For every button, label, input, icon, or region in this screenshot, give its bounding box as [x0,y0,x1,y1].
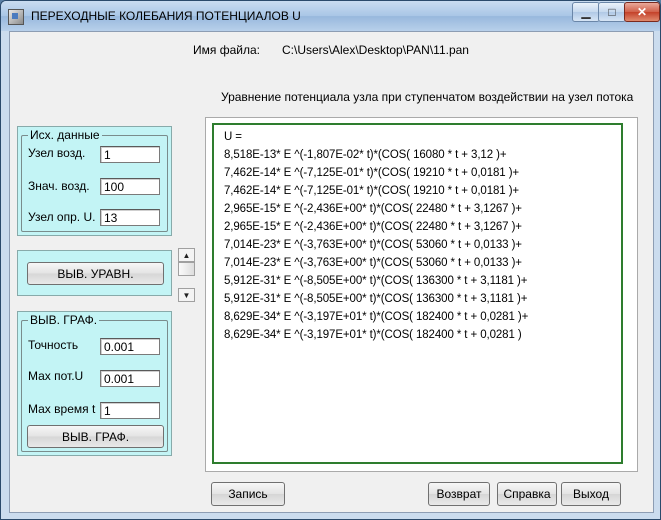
close-button[interactable]: ✕ [624,2,660,22]
client-area: Имя файла: C:\Users\Alex\Desktop\PAN\11.… [9,31,654,513]
spin-up-button[interactable]: ▲ [178,248,195,262]
back-button[interactable]: Возврат [428,482,490,506]
max-potential-label: Мах пот.U [28,369,84,383]
equation-line: U = [224,131,242,143]
source-value-input[interactable]: 100 [100,178,160,195]
graph-panel: ВЫВ. ГРАФ. Точность 0.001 Мах пот.U 0.00… [17,311,172,456]
max-time-label: Мах время t [28,402,96,416]
file-label: Имя файла: [193,43,260,57]
source-node-label: Узел возд. [28,146,86,160]
file-path: C:\Users\Alex\Desktop\PAN\11.pan [282,43,469,57]
equation-line: 7,462E-14* E ^(-7,125E-01* t)*(COS( 1921… [224,167,520,179]
equation-line: 8,629E-34* E ^(-3,197E+01* t)*(COS( 1824… [224,329,522,341]
equation-output[interactable]: U = 8,518E-13* E ^(-1,807E-02* t)*(COS( … [205,117,638,472]
save-button[interactable]: Запись [211,482,285,506]
max-time-input[interactable]: 1 [100,402,160,419]
exit-button[interactable]: Выход [561,482,621,506]
equation-line: 2,965E-15* E ^(-2,436E+00* t)*(COS( 2248… [224,203,522,215]
equation-frame: U = 8,518E-13* E ^(-1,807E-02* t)*(COS( … [212,123,623,464]
equation-line: 7,014E-23* E ^(-3,763E+00* t)*(COS( 5306… [224,257,522,269]
maximize-button[interactable]: □ [598,2,626,22]
graph-group-title: ВЫВ. ГРАФ. [28,313,100,327]
spin-thumb[interactable] [178,262,195,276]
source-node-input[interactable]: 1 [100,146,160,163]
equation-line: 7,014E-23* E ^(-3,763E+00* t)*(COS( 5306… [224,239,522,251]
equation-line: 5,912E-31* E ^(-8,505E+00* t)*(COS( 1363… [224,275,528,287]
equation-line: 7,462E-14* E ^(-7,125E-01* t)*(COS( 1921… [224,185,520,197]
max-potential-input[interactable]: 0.001 [100,370,160,387]
source-value-label: Знач. возд. [28,179,90,193]
input-data-title: Исх. данные [28,128,102,142]
equation-caption: Уравнение потенциала узла при ступенчато… [221,90,634,104]
equation-button-panel: ВЫВ. УРАВН. [17,250,172,296]
minimize-button[interactable]: ▁ [572,2,600,22]
show-equation-button[interactable]: ВЫВ. УРАВН. [27,262,164,285]
title-bar[interactable]: ПЕРЕХОДНЫЕ КОЛЕБАНИЯ ПОТЕНЦИАЛОВ U ▁ □ ✕ [1,1,660,31]
precision-label: Точность [28,338,79,352]
equation-line: 8,518E-13* E ^(-1,807E-02* t)*(COS( 1608… [224,149,507,161]
main-window: ПЕРЕХОДНЫЕ КОЛЕБАНИЯ ПОТЕНЦИАЛОВ U ▁ □ ✕… [0,0,661,520]
spin-down-button[interactable]: ▼ [178,288,195,302]
window-title: ПЕРЕХОДНЫЕ КОЛЕБАНИЯ ПОТЕНЦИАЛОВ U [31,9,301,23]
target-node-input[interactable]: 13 [100,209,160,226]
precision-input[interactable]: 0.001 [100,338,160,355]
equation-line: 2,965E-15* E ^(-2,436E+00* t)*(COS( 2248… [224,221,522,233]
show-graph-button[interactable]: ВЫВ. ГРАФ. [27,425,164,448]
app-icon [8,9,24,25]
target-node-label: Узел опр. U. [28,210,96,224]
equation-line: 8,629E-34* E ^(-3,197E+01* t)*(COS( 1824… [224,311,529,323]
equation-line: 5,912E-31* E ^(-8,505E+00* t)*(COS( 1363… [224,293,528,305]
help-button[interactable]: Справка [497,482,557,506]
input-data-panel: Исх. данные Узел возд. 1 Знач. возд. 100… [17,126,172,236]
